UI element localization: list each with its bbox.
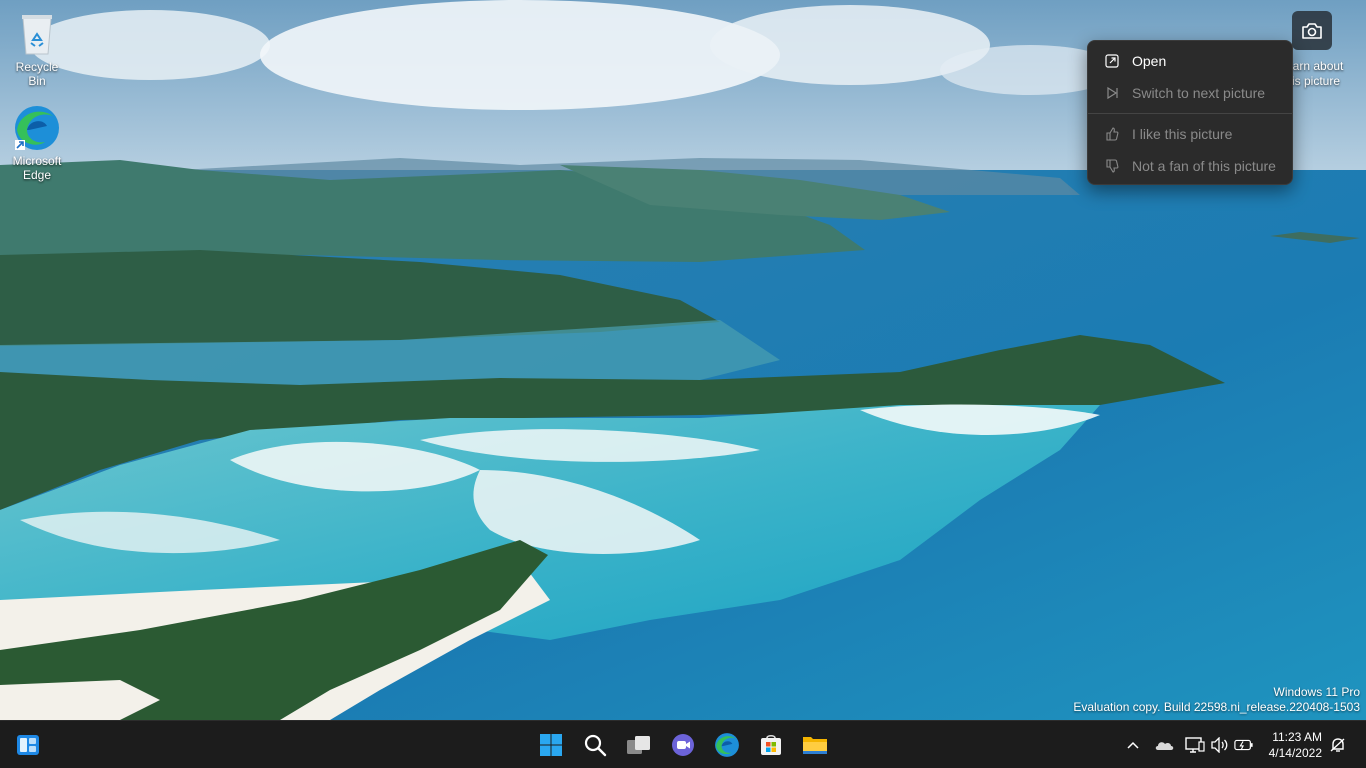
notification-center-button[interactable] [1328,735,1348,755]
clock-time: 11:23 AM [1272,730,1322,744]
microsoft-edge-desktop-icon[interactable]: Microsoft Edge [6,104,68,182]
file-explorer-button[interactable] [795,725,835,765]
network-button[interactable] [1185,735,1205,755]
show-hidden-icons-button[interactable] [1123,735,1143,755]
store-button[interactable] [751,725,791,765]
search-button[interactable] [575,725,615,765]
teams-chat-button[interactable] [663,725,703,765]
clock[interactable]: 11:23 AM 4/14/2022 [1269,729,1322,761]
notification-bell-icon [1330,738,1345,752]
edge-icon [15,106,59,150]
start-icon [540,734,562,756]
spotlight-camera-button[interactable] [1292,11,1332,50]
microsoft-edge-label: Microsoft Edge [12,154,62,182]
watermark-edition: Windows 11 Pro [1273,685,1360,699]
network-icon [1185,737,1205,753]
thumbs-up-icon [1104,126,1120,142]
recycle-bin-desktop-icon[interactable]: Recycle Bin [6,10,68,88]
learn-line-2: is picture [1292,74,1341,88]
evaluation-watermark: Windows 11 Pro Evaluation copy. Build 22… [1073,685,1360,715]
battery-icon [1234,739,1253,751]
task-view-icon [627,736,650,754]
recycle-bin-label: Recycle Bin [15,60,59,88]
open-external-icon [1104,53,1120,69]
task-view-button[interactable] [619,725,659,765]
start-button[interactable] [531,725,571,765]
menu-item-open-label: Open [1132,53,1167,69]
search-icon [584,734,607,757]
watermark-build: Evaluation copy. Build 22598.ni_release.… [1073,700,1360,714]
edge-taskbar-button[interactable] [707,725,747,765]
widgets-button[interactable] [8,725,48,765]
menu-item-like-label: I like this picture [1132,126,1233,142]
thumbs-down-icon [1104,158,1120,174]
menu-item-switch-next[interactable]: Switch to next picture [1088,77,1292,109]
camera-icon [1302,22,1322,39]
taskbar: 11:23 AM 4/14/2022 [0,720,1366,768]
desktop-wallpaper[interactable]: Recycle Bin Microsoft Edge earn about is… [0,0,1366,720]
learn-line-1: earn about [1286,59,1344,73]
widgets-icon [17,735,39,755]
menu-item-open[interactable]: Open [1088,45,1292,77]
edge-icon [715,733,739,757]
chevron-up-icon [1127,741,1139,749]
volume-icon [1211,737,1228,753]
volume-button[interactable] [1210,735,1230,755]
onedrive-icon [1155,742,1174,750]
menu-item-dislike[interactable]: Not a fan of this picture [1088,150,1292,182]
clock-date: 4/14/2022 [1268,746,1322,760]
spotlight-context-menu: Open Switch to next picture I like this … [1087,40,1293,185]
store-icon [761,734,781,755]
teams-chat-icon [672,734,694,756]
menu-item-like[interactable]: I like this picture [1088,118,1292,150]
file-explorer-icon [803,737,827,754]
menu-item-dislike-label: Not a fan of this picture [1132,158,1276,174]
learn-about-picture-label[interactable]: earn about is picture [1286,59,1366,89]
menu-separator [1088,113,1292,114]
onedrive-button[interactable] [1154,735,1174,755]
menu-item-switch-next-label: Switch to next picture [1132,85,1266,101]
next-picture-icon [1104,85,1120,101]
recycle-bin-icon [22,15,52,55]
battery-button[interactable] [1234,735,1254,755]
